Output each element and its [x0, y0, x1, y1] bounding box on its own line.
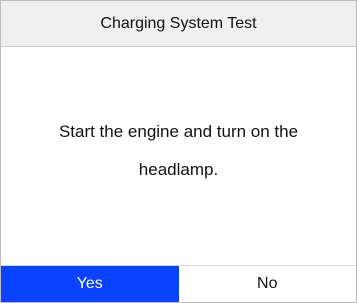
no-button[interactable]: No	[178, 266, 356, 302]
action-button-bar: Yes No	[1, 265, 356, 302]
page-title: Charging System Test	[100, 14, 257, 32]
instruction-area: Start the engine and turn on the headlam…	[1, 47, 356, 267]
charging-system-test-screen: Charging System Test Start the engine an…	[0, 0, 357, 303]
yes-button[interactable]: Yes	[1, 266, 179, 302]
page-title-bar: Charging System Test	[1, 1, 356, 47]
instruction-message: Start the engine and turn on the headlam…	[58, 122, 299, 179]
